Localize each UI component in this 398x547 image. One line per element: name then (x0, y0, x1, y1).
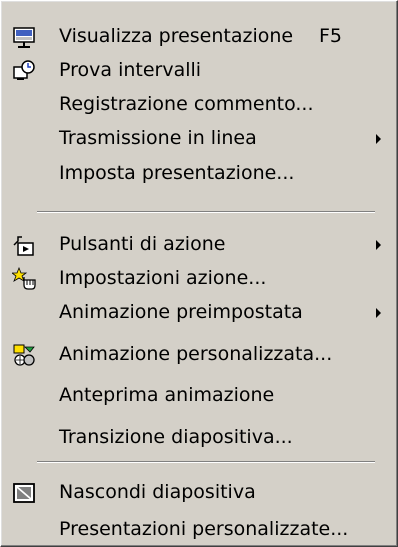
shortcut-label: F5 (319, 25, 343, 47)
menu-item-prova-intervalli[interactable]: Prova intervalli (4, 54, 394, 88)
menu-item-label: Animazione personalizzata... (59, 343, 333, 365)
slideshow-menu: Visualizza presentazione F5 Prova interv… (0, 0, 398, 547)
submenu-arrow-icon (376, 134, 381, 144)
menu-item-label: Transizione diapositiva... (59, 426, 293, 448)
menu-item-label: Nascondi diapositiva (59, 481, 256, 503)
menu-item-label: Trasmissione in linea (59, 127, 257, 149)
menu-item-nascondi-diapositiva[interactable]: Nascondi diapositiva (4, 476, 394, 510)
menu-item-impostazioni-azione[interactable]: Impostazioni azione... (4, 262, 394, 296)
menu-item-presentazioni-personalizzate[interactable]: Presentazioni personalizzate... (4, 513, 394, 547)
menu-item-animazione-preimpostata[interactable]: Animazione preimpostata (4, 296, 394, 330)
menu-separator (37, 461, 375, 463)
menu-item-trasmissione-in-linea[interactable]: Trasmissione in linea (4, 122, 394, 156)
menu-item-anteprima-animazione[interactable]: Anteprima animazione (4, 379, 394, 413)
action-buttons-icon (13, 236, 34, 256)
submenu-arrow-icon (376, 308, 381, 318)
menu-item-label: Registrazione commento... (59, 93, 314, 115)
menu-item-animazione-personalizzata[interactable]: Animazione personalizzata... (4, 338, 394, 372)
menu-item-label: Animazione preimpostata (59, 301, 303, 323)
menu-item-label: Imposta presentazione... (59, 162, 295, 184)
menu-item-visualizza-presentazione[interactable]: Visualizza presentazione F5 (4, 20, 394, 54)
menu-item-label: Presentazioni personalizzate... (59, 518, 349, 540)
menu-item-label: Visualizza presentazione (59, 25, 294, 47)
menu-item-label: Prova intervalli (59, 59, 202, 81)
menu-item-imposta-presentazione[interactable]: Imposta presentazione... (4, 157, 394, 191)
hide-slide-icon (13, 483, 35, 503)
menu-separator (37, 211, 375, 213)
slideshow-icon (13, 27, 35, 48)
menu-item-transizione-diapositiva[interactable]: Transizione diapositiva... (4, 421, 394, 455)
action-settings-icon (12, 267, 36, 290)
menu-item-label: Pulsanti di azione (59, 233, 226, 255)
menu-item-registrazione-commento[interactable]: Registrazione commento... (4, 88, 394, 122)
menu-item-pulsanti-di-azione[interactable]: Pulsanti di azione (4, 228, 394, 262)
submenu-arrow-icon (376, 240, 381, 250)
menu-item-label: Impostazioni azione... (59, 267, 267, 289)
menu-item-label: Anteprima animazione (59, 384, 275, 406)
custom-animation-icon (13, 344, 35, 366)
rehearse-timings-icon (13, 60, 35, 80)
